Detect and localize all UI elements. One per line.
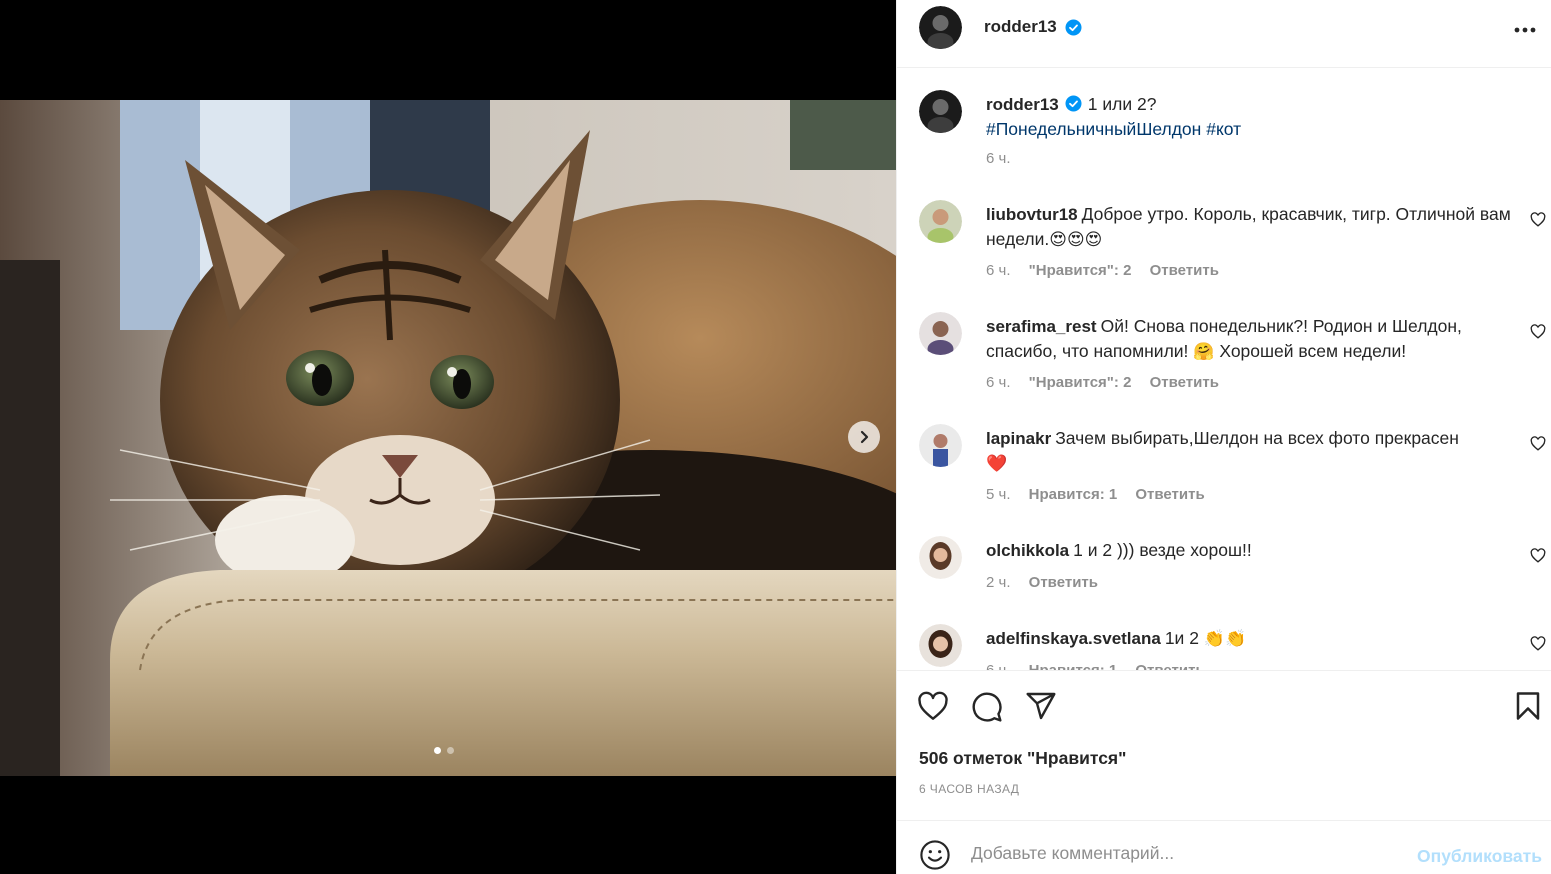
comment-username[interactable]: liubovtur18 (986, 205, 1078, 224)
comment-likes-link[interactable]: Нравится: 1 (1029, 662, 1118, 670)
caption-text: 1 или 2? (1087, 94, 1157, 114)
author-avatar-small[interactable] (919, 90, 962, 133)
comment-likes-link[interactable]: "Нравится": 2 (1029, 262, 1132, 279)
like-comment-icon[interactable] (1530, 636, 1546, 651)
media-pane (0, 0, 896, 874)
reply-button[interactable]: Ответить (1135, 662, 1204, 670)
post-actions: 506 отметок "Нравится" 6 ЧАСОВ НАЗАД (897, 670, 1551, 820)
comment-text-continued: Хорошей всем недели! (1219, 341, 1407, 361)
commenter-avatar[interactable] (919, 624, 962, 667)
comment-composer: Опубликовать (897, 820, 1551, 874)
reply-button[interactable]: Ответить (1029, 574, 1098, 591)
slide-indicator (434, 747, 454, 754)
comment-username[interactable]: adelfinskaya.svetlana (986, 629, 1161, 648)
reply-button[interactable]: Ответить (1135, 486, 1204, 503)
comment-time: 6 ч. (986, 662, 1011, 670)
more-horizontal-icon (1514, 27, 1536, 33)
publish-button[interactable]: Опубликовать (1417, 846, 1542, 867)
comment-time: 6 ч. (986, 262, 1011, 279)
more-options-button[interactable] (1514, 20, 1536, 38)
emoji-smiley-icon[interactable] (919, 839, 951, 871)
comment-username[interactable]: lapinakr (986, 429, 1051, 448)
comments-list[interactable]: rodder13 1 или 2? #ПонедельничныйШелдон #… (897, 69, 1551, 670)
commenter-avatar[interactable] (919, 200, 962, 243)
like-comment-icon[interactable] (1530, 548, 1546, 563)
post-timestamp: 6 ЧАСОВ НАЗАД (919, 782, 1020, 796)
next-slide-button[interactable] (848, 421, 880, 453)
comment-likes-link[interactable]: "Нравится": 2 (1029, 374, 1132, 391)
comment-text: Зачем выбирать,Шелдон на всех фото прекр… (1055, 428, 1459, 448)
comment-meta: 6 ч. Нравится: 1 Ответить (986, 662, 1219, 670)
comment-time: 2 ч. (986, 574, 1011, 591)
comment-meta: 5 ч. Нравится: 1 Ответить (986, 486, 1219, 503)
like-comment-icon[interactable] (1530, 324, 1546, 339)
commenter-avatar[interactable] (919, 536, 962, 579)
comment-bubble-icon[interactable] (971, 691, 1003, 723)
caption-username[interactable]: rodder13 (986, 95, 1059, 114)
slide-dot-1 (434, 747, 441, 754)
comment-emoji: ❤️ (986, 454, 1008, 473)
commenter-avatar[interactable] (919, 424, 962, 467)
comment-emoji: 🤗 (1193, 342, 1215, 361)
commenter-avatar[interactable] (919, 312, 962, 355)
caption-meta: 6 ч. (986, 150, 1025, 167)
comment-username[interactable]: olchikkola (986, 541, 1069, 560)
comment-meta: 6 ч. "Нравится": 2 Ответить (986, 262, 1233, 279)
comment-text: 1 и 2 ))) везде хорош!! (1073, 540, 1252, 560)
slide-dot-2 (447, 747, 454, 754)
comment-username[interactable]: serafima_rest (986, 317, 1097, 336)
author-avatar[interactable] (919, 6, 962, 49)
post-header: rodder13 (897, 0, 1551, 68)
author-username[interactable]: rodder13 (984, 17, 1057, 37)
comment-likes-link[interactable]: Нравится: 1 (1029, 486, 1118, 503)
reply-button[interactable]: Ответить (1150, 262, 1219, 279)
comment-meta: 2 ч. Ответить (986, 574, 1112, 591)
reply-button[interactable]: Ответить (1150, 374, 1219, 391)
chevron-right-icon (860, 430, 869, 444)
post-photo[interactable] (0, 100, 896, 776)
comment-time: 5 ч. (986, 486, 1011, 503)
comment-time: 6 ч. (986, 374, 1011, 391)
verified-badge-icon (1065, 19, 1082, 36)
share-send-icon[interactable] (1025, 691, 1057, 721)
verified-badge-icon (1065, 95, 1082, 112)
hashtag-link[interactable]: #кот (1206, 119, 1241, 139)
comment-emoji: 👏👏 (1203, 629, 1247, 648)
cat-photo-illustration (0, 100, 896, 776)
comment-text: 1и 2 (1164, 628, 1199, 648)
comment-emoji: 😍😍😍 (1049, 230, 1103, 249)
hashtag-link[interactable]: #ПонедельничныйШелдон (986, 119, 1201, 139)
like-comment-icon[interactable] (1530, 212, 1546, 227)
save-bookmark-icon[interactable] (1515, 691, 1541, 721)
like-comment-icon[interactable] (1530, 436, 1546, 451)
comment-meta: 6 ч. "Нравится": 2 Ответить (986, 374, 1233, 391)
comment-input[interactable] (971, 843, 1391, 864)
like-heart-icon[interactable] (917, 691, 949, 721)
likes-count[interactable]: 506 отметок "Нравится" (919, 748, 1126, 769)
caption-time: 6 ч. (986, 150, 1011, 167)
post-sidebar: rodder13 rodder13 1 или 2? #Понедельничн… (896, 0, 1551, 874)
